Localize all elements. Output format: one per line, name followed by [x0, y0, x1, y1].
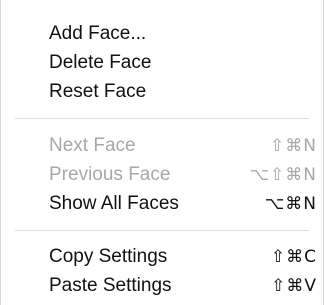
menu-item-label: Show All Faces [49, 193, 179, 214]
menu-item-label: Add Face... [49, 23, 147, 44]
menu-item-delete-face[interactable]: Delete Face [1, 49, 323, 77]
keyboard-shortcut: ⌥⌘N [264, 194, 317, 214]
menu-item-label: Copy Settings [49, 246, 168, 267]
menu-item-previous-face: Previous Face ⌥⇧⌘N [1, 161, 323, 189]
keyboard-shortcut: ⇧⌘N [270, 136, 317, 156]
menu-item-next-face: Next Face ⇧⌘N [1, 132, 323, 160]
menu-item-label: Delete Face [49, 52, 152, 73]
menu-item-show-all-faces[interactable]: Show All Faces ⌥⌘N [1, 190, 323, 218]
menu-separator [15, 230, 309, 231]
menu-item-paste-settings[interactable]: Paste Settings ⇧⌘V [1, 272, 323, 300]
keyboard-shortcut: ⌥⇧⌘N [249, 165, 317, 185]
menu-item-add-face[interactable]: Add Face... [1, 20, 323, 48]
menu-item-label: Next Face [49, 135, 136, 156]
menu-item-label: Paste Settings [49, 275, 172, 296]
menu-item-label: Reset Face [49, 81, 147, 102]
menu-item-label: Previous Face [49, 164, 171, 185]
menu-item-reset-face[interactable]: Reset Face [1, 78, 323, 106]
keyboard-shortcut: ⇧⌘V [271, 276, 317, 296]
menu-item-copy-settings[interactable]: Copy Settings ⇧⌘C [1, 243, 323, 271]
menu-separator [15, 118, 309, 119]
keyboard-shortcut: ⇧⌘C [270, 247, 317, 267]
context-menu: Add Face... Delete Face Reset Face Next … [0, 0, 324, 305]
